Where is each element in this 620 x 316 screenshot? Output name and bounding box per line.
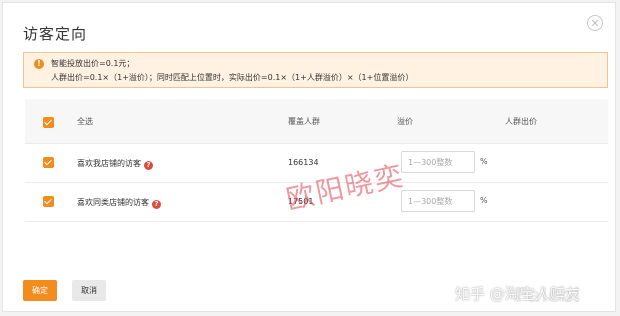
row-checkbox[interactable] — [43, 157, 54, 168]
visitor-targeting-dialog: 访客定向 ✕ ! 智能投放出价=0.1元； 人群出价=0.1×（1+溢价）；同时… — [2, 2, 616, 312]
warning-icon: ! — [34, 59, 44, 69]
notice-line-1: 智能投放出价=0.1元； — [51, 59, 135, 68]
premium-input[interactable] — [401, 190, 475, 212]
zhihu-watermark: 知乎 @淘宝人赙友 — [455, 285, 580, 303]
cancel-button[interactable]: 取消 — [72, 280, 106, 301]
close-icon[interactable]: ✕ — [587, 15, 603, 31]
audience-name-cell: 喜欢同类店铺的访客? — [77, 197, 161, 209]
header-audience-bid: 人群出价 — [505, 117, 537, 126]
header-premium: 溢价 — [397, 117, 413, 126]
percent-unit: % — [480, 196, 488, 205]
header-select-all: 全选 — [77, 117, 93, 126]
audience-name: 喜欢同类店铺的访客 — [77, 198, 149, 207]
audience-name-cell: 喜欢我店铺的访客? — [77, 158, 153, 170]
bid-notice: ! 智能投放出价=0.1元； 人群出价=0.1×（1+溢价）；同时匹配上位置时，… — [23, 52, 608, 88]
row-checkbox[interactable] — [43, 196, 54, 207]
audience-name: 喜欢我店铺的访客 — [77, 159, 141, 168]
dialog-title: 访客定向 — [23, 25, 88, 43]
select-all-checkbox[interactable] — [43, 117, 54, 128]
notice-line-2: 人群出价=0.1×（1+溢价）；同时匹配上位置时，实际出价=0.1×（1+人群溢… — [51, 73, 414, 82]
header-coverage: 覆盖人群 — [288, 117, 320, 126]
percent-unit: % — [480, 157, 488, 166]
help-icon[interactable]: ? — [152, 200, 161, 209]
confirm-button[interactable]: 确定 — [23, 280, 57, 301]
help-icon[interactable]: ? — [144, 161, 153, 170]
table-header: 全选 覆盖人群 溢价 人群出价 — [25, 99, 608, 144]
coverage-count: 166134 — [288, 158, 319, 167]
premium-input[interactable] — [401, 151, 475, 173]
